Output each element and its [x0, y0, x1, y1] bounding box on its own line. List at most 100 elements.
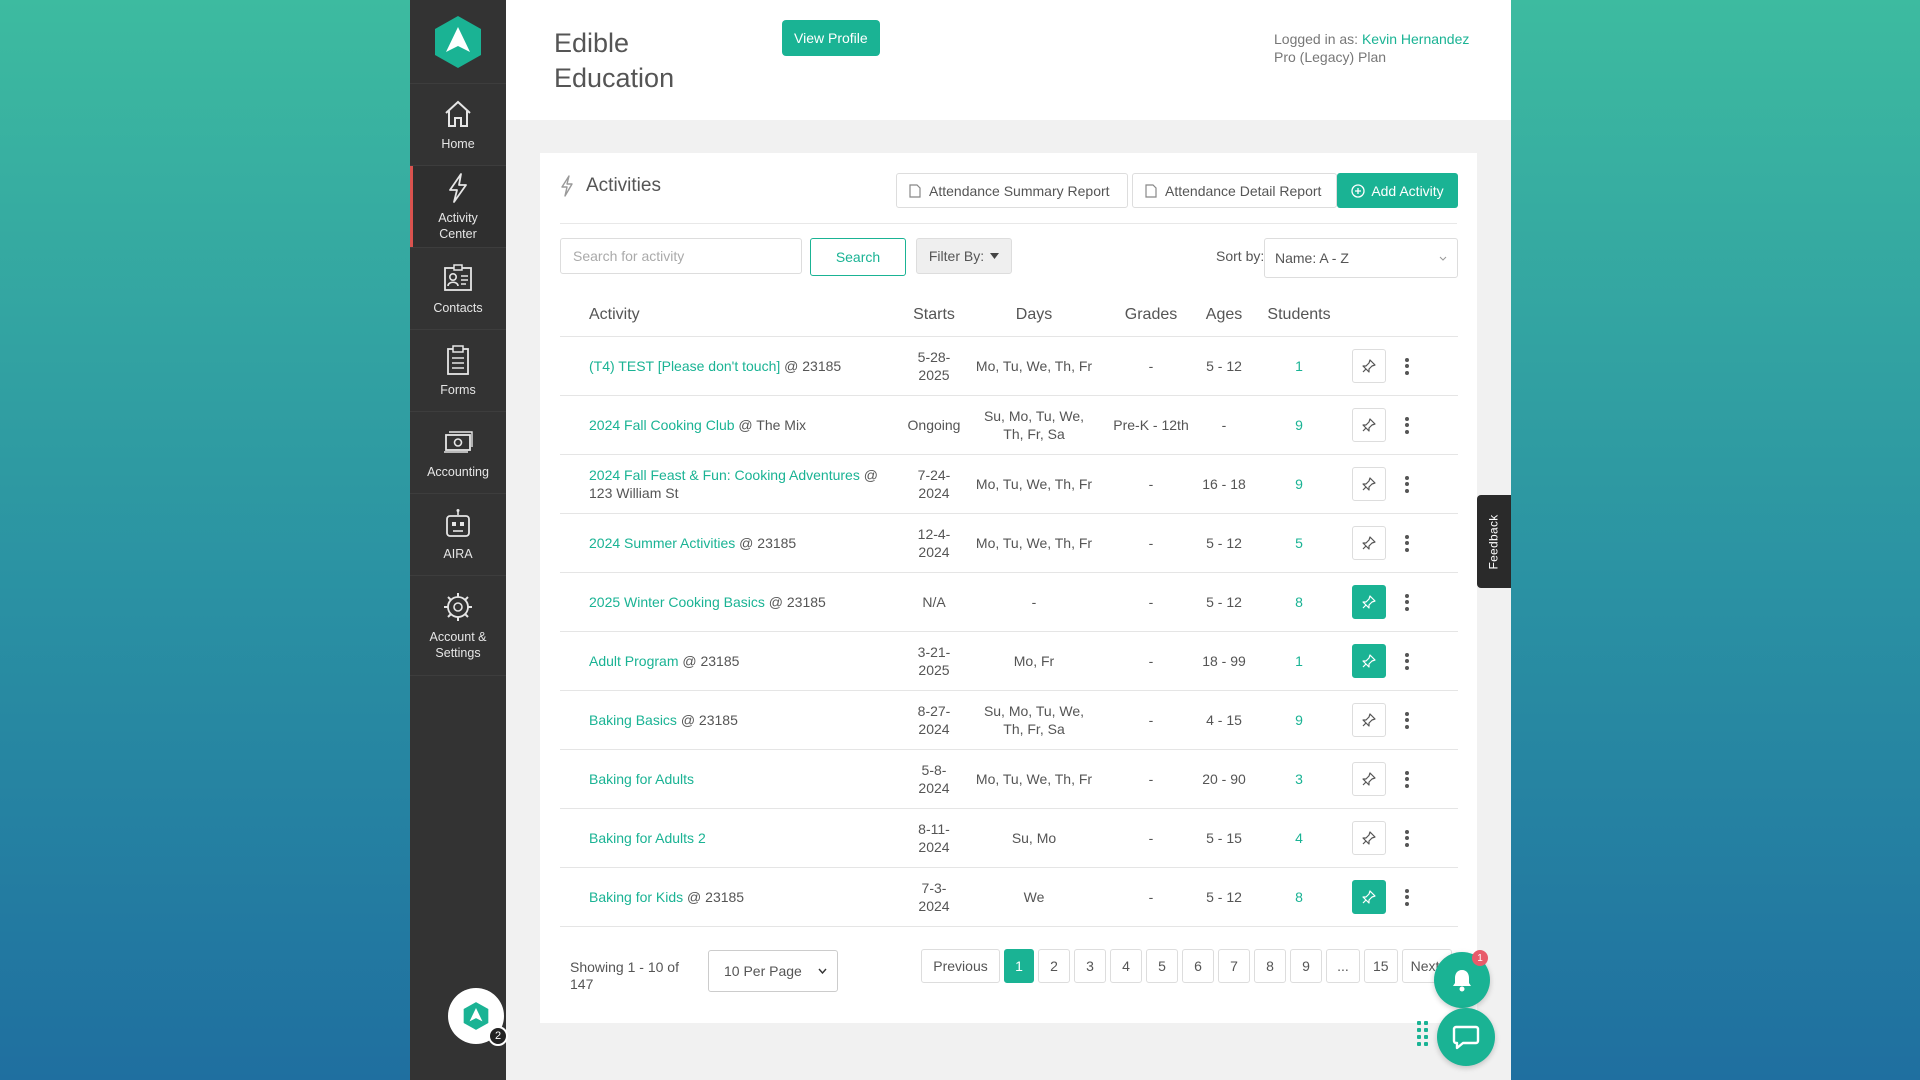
more-options-icon[interactable]	[1402, 710, 1412, 730]
more-options-icon[interactable]	[1402, 592, 1412, 612]
chat-button[interactable]	[1437, 1008, 1495, 1066]
document-icon	[1145, 183, 1157, 198]
page-button[interactable]: 6	[1182, 949, 1214, 983]
pin-button[interactable]	[1352, 644, 1386, 678]
more-options-icon[interactable]	[1402, 887, 1412, 907]
students-link[interactable]: 1	[1295, 653, 1303, 669]
col-students[interactable]: Students	[1252, 306, 1346, 324]
previous-page-button[interactable]: Previous	[921, 949, 1000, 983]
logged-in-prefix: Logged in as:	[1274, 31, 1359, 47]
more-options-icon[interactable]	[1402, 474, 1412, 494]
page-button[interactable]: 1	[1004, 949, 1034, 983]
page-button[interactable]: 5	[1146, 949, 1178, 983]
sidebar-item-activity-center[interactable]: Activity Center	[410, 166, 506, 248]
sidebar-item-accounting[interactable]: Accounting	[410, 412, 506, 494]
students-link[interactable]: 8	[1295, 889, 1303, 905]
col-grades[interactable]: Grades	[1106, 306, 1196, 324]
activity-link[interactable]: 2024 Fall Cooking Club	[589, 417, 735, 433]
more-options-icon[interactable]	[1402, 769, 1412, 789]
pin-button[interactable]	[1352, 408, 1386, 442]
col-ages[interactable]: Ages	[1196, 306, 1252, 324]
user-name-link[interactable]: Kevin Hernandez	[1362, 31, 1469, 47]
page-button[interactable]: 4	[1110, 949, 1142, 983]
page-button[interactable]: 7	[1218, 949, 1250, 983]
search-button[interactable]: Search	[810, 238, 906, 276]
add-activity-button[interactable]: Add Activity	[1337, 173, 1458, 208]
per-page-select[interactable]: 10 Per Page	[708, 950, 838, 992]
students-link[interactable]: 8	[1295, 594, 1303, 610]
more-options-icon[interactable]	[1402, 415, 1412, 435]
activity-link[interactable]: 2024 Summer Activities	[589, 535, 735, 551]
activity-link[interactable]: Adult Program	[589, 653, 678, 669]
pin-icon	[1362, 772, 1376, 786]
home-icon	[445, 100, 471, 127]
more-options-icon[interactable]	[1402, 828, 1412, 848]
students-link[interactable]: 5	[1295, 535, 1303, 551]
per-page-value: 10 Per Page	[724, 963, 802, 979]
filter-by-dropdown[interactable]: Filter By:	[916, 238, 1012, 274]
page-button[interactable]: 15	[1364, 949, 1398, 983]
activity-link[interactable]: Baking for Kids	[589, 889, 683, 905]
pin-button[interactable]	[1352, 585, 1386, 619]
col-activity[interactable]: Activity	[560, 306, 906, 324]
pin-button[interactable]	[1352, 349, 1386, 383]
attendance-detail-label: Attendance Detail Report	[1165, 182, 1322, 199]
activity-link[interactable]: Baking Basics	[589, 712, 677, 728]
page-button[interactable]: 2	[1038, 949, 1070, 983]
students-link[interactable]: 9	[1295, 712, 1303, 728]
pin-button[interactable]	[1352, 880, 1386, 914]
activity-link[interactable]: Baking for Adults 2	[589, 830, 706, 846]
view-profile-button[interactable]: View Profile	[782, 20, 880, 56]
sidebar-item-account-settings[interactable]: Account & Settings	[410, 576, 506, 676]
more-options-icon[interactable]	[1402, 533, 1412, 553]
ages-cell: -	[1221, 417, 1227, 433]
students-link[interactable]: 9	[1295, 476, 1303, 492]
ages-cell: 5 - 12	[1206, 358, 1242, 374]
pin-icon	[1362, 418, 1376, 432]
activity-link[interactable]: Baking for Adults	[589, 771, 694, 787]
page-button[interactable]: 3	[1074, 949, 1106, 983]
students-cell: 4	[1252, 830, 1346, 846]
pin-button[interactable]	[1352, 703, 1386, 737]
sidebar-item-forms[interactable]: Forms	[410, 330, 506, 412]
days-cell: -	[1031, 594, 1037, 610]
sidebar-item-aira[interactable]: AIRA	[410, 494, 506, 576]
attendance-detail-report-button[interactable]: Attendance Detail Report	[1132, 173, 1337, 208]
students-link[interactable]: 9	[1295, 417, 1303, 433]
notifications-button[interactable]: 1	[1434, 950, 1490, 1008]
avatar[interactable]: 2	[448, 988, 508, 1046]
app-logo[interactable]	[410, 0, 506, 84]
col-days[interactable]: Days	[962, 306, 1106, 324]
pin-button[interactable]	[1352, 821, 1386, 855]
lightning-icon	[561, 175, 573, 197]
pin-button[interactable]	[1352, 526, 1386, 560]
activity-link[interactable]: (T4) TEST [Please don't touch]	[589, 358, 780, 374]
activity-link[interactable]: 2025 Winter Cooking Basics	[589, 594, 765, 610]
page-button[interactable]: 8	[1254, 949, 1286, 983]
sidebar-item-contacts[interactable]: Contacts	[410, 248, 506, 330]
sort-label: Sort by:	[1216, 248, 1265, 264]
students-cell: 1	[1252, 653, 1346, 669]
pin-button[interactable]	[1352, 467, 1386, 501]
sort-select[interactable]: Name: A - Z	[1264, 238, 1458, 278]
page-button[interactable]: 9	[1290, 949, 1322, 983]
activity-link[interactable]: 2024 Fall Feast & Fun: Cooking Adventure…	[589, 467, 860, 483]
pin-button[interactable]	[1352, 762, 1386, 796]
col-starts[interactable]: Starts	[906, 306, 962, 324]
sidebar-item-home[interactable]: Home	[410, 84, 506, 166]
drag-handle[interactable]	[1417, 1021, 1428, 1046]
pagination: Previous 1 2 3 4 5 6 7 8 9... 15 Next	[921, 949, 1452, 983]
feedback-tab[interactable]: Feedback	[1477, 495, 1511, 588]
ages-cell: 20 - 90	[1202, 771, 1246, 787]
students-link[interactable]: 3	[1295, 771, 1303, 787]
table-header: Activity Starts Days Grades Ages Student…	[560, 293, 1458, 337]
starts-cell: 7-3-2024	[918, 880, 950, 914]
more-options-icon[interactable]	[1402, 356, 1412, 376]
students-cell: 8	[1252, 594, 1346, 610]
attendance-summary-report-button[interactable]: Attendance Summary Report	[896, 173, 1128, 208]
students-link[interactable]: 4	[1295, 830, 1303, 846]
search-input[interactable]	[560, 238, 802, 274]
students-link[interactable]: 1	[1295, 358, 1303, 374]
more-options-icon[interactable]	[1402, 651, 1412, 671]
days-cell: Mo, Fr	[1013, 653, 1055, 669]
